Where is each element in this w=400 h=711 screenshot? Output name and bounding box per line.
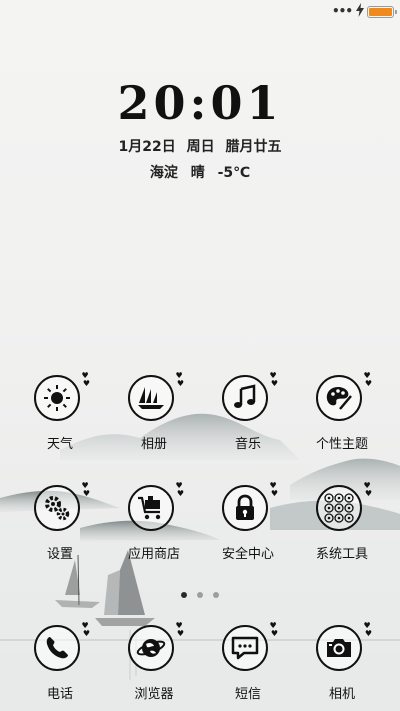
lunar-date-text: 腊月廿五 — [225, 139, 282, 155]
app-label: 安全中心 — [221, 547, 274, 562]
app-system-tools[interactable]: ♥ ♥ 系统工具 — [302, 481, 382, 563]
clock-time[interactable]: 20:01 — [0, 76, 400, 130]
heart-decoration-icon: ♥ ♥ — [174, 371, 184, 388]
date-line[interactable]: 1月22日 周日 腊月廿五 — [0, 136, 400, 156]
app-label: 相册 — [140, 437, 167, 452]
app-label: 个性主题 — [315, 437, 368, 452]
weekday-text: 周日 — [186, 139, 215, 155]
tools-grid-icon — [324, 493, 354, 523]
dock-app-camera[interactable]: ♥ ♥ 相机 — [302, 622, 382, 702]
page-dot[interactable] — [213, 592, 219, 598]
app-label: 设置 — [46, 547, 73, 562]
weather-line[interactable]: 海淀 晴 -5℃ — [0, 162, 400, 182]
phone-icon — [46, 637, 68, 659]
battery-icon — [367, 6, 397, 18]
camera-icon — [327, 639, 351, 657]
page-dot-active[interactable] — [181, 592, 187, 598]
heart-decoration-icon: ♥ ♥ — [268, 371, 278, 388]
heart-decoration-icon: ♥ ♥ — [362, 621, 372, 638]
app-label: 浏览器 — [134, 687, 174, 702]
app-label: 电话 — [46, 687, 73, 702]
music-note-icon — [234, 384, 256, 408]
page-dot[interactable] — [197, 592, 203, 598]
heart-decoration-icon: ♥ ♥ — [80, 371, 90, 388]
app-label: 应用商店 — [127, 547, 180, 562]
battery-level-fill — [369, 8, 392, 16]
shopping-cart-icon — [138, 496, 161, 520]
heart-decoration-icon: ♥ ♥ — [174, 621, 184, 638]
chat-bubble-icon — [231, 636, 259, 660]
app-label: 短信 — [234, 687, 261, 702]
app-label: 音乐 — [234, 437, 261, 452]
dock-app-phone[interactable]: ♥ ♥ 电话 — [20, 622, 100, 702]
app-settings[interactable]: ♥ ♥ 设置 — [20, 482, 100, 562]
app-gallery[interactable]: ♥ ♥ 相册 — [114, 372, 194, 452]
app-themes[interactable]: ♥ ♥ 个性主题 — [302, 371, 382, 453]
weather-temperature: -5℃ — [217, 165, 251, 181]
app-security[interactable]: ♥ ♥ 安全中心 — [208, 481, 288, 563]
charging-bolt-icon — [356, 3, 364, 17]
signal-dots-icon: ••• — [331, 4, 353, 18]
heart-decoration-icon: ♥ ♥ — [174, 481, 184, 498]
weather-condition: 晴 — [190, 165, 205, 181]
app-label: 天气 — [46, 437, 73, 452]
heart-decoration-icon: ♥ ♥ — [268, 481, 278, 498]
sun-icon — [44, 385, 70, 411]
app-weather[interactable]: ♥ ♥ 天气 — [20, 372, 100, 452]
dock-app-messages[interactable]: ♥ ♥ 短信 — [208, 622, 288, 702]
heart-decoration-icon: ♥ ♥ — [362, 481, 372, 498]
heart-decoration-icon: ♥ ♥ — [268, 621, 278, 638]
status-bar: ••• — [0, 0, 400, 24]
sailboats-icon — [138, 387, 164, 409]
app-music[interactable]: ♥ ♥ 音乐 — [208, 372, 288, 452]
page-indicator[interactable] — [0, 583, 400, 602]
date-text: 1月22日 — [118, 139, 176, 155]
heart-decoration-icon: ♥ ♥ — [80, 481, 90, 498]
app-label: 系统工具 — [315, 547, 368, 562]
globe-icon — [136, 639, 166, 657]
heart-decoration-icon: ♥ ♥ — [362, 371, 372, 388]
heart-decoration-icon: ♥ ♥ — [80, 621, 90, 638]
gears-icon — [45, 496, 70, 521]
palette-icon — [326, 387, 352, 410]
app-store[interactable]: ♥ ♥ 应用商店 — [114, 481, 194, 563]
weather-location: 海淀 — [149, 165, 178, 181]
dock-app-browser[interactable]: ♥ ♥ 浏览器 — [114, 622, 194, 702]
app-label: 相机 — [328, 687, 355, 702]
lock-icon — [236, 494, 254, 520]
